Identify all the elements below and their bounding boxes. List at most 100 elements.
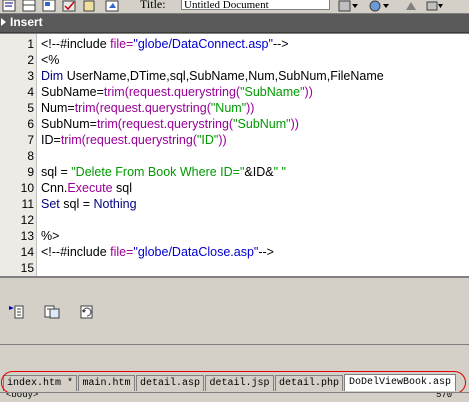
code-text[interactable]: SubNum=trim(request.querystring("SubNum"… [41,116,299,132]
title-input[interactable]: Untitled Document [181,0,330,10]
code-token: )) [290,117,299,131]
line-number: 7 [27,133,34,147]
file-status-icon[interactable] [338,0,360,12]
code-token: UserName,DTime,sql,SubName,Num,SubNum,Fi… [63,69,384,83]
line-number: 11 [21,197,34,211]
code-text[interactable]: SubName=trim(request.querystring("SubNam… [41,84,313,100]
code-token: "globe/DataClose.asp" [133,245,259,259]
code-text[interactable]: Cnn.Execute sql [41,180,132,196]
code-line[interactable]: 10 Cnn.Execute sql [0,180,469,196]
code-token: "Delete From Book Where ID=" [71,165,245,179]
code-line[interactable]: 13 %> [0,228,469,244]
browser-check-icon[interactable] [44,304,60,320]
code-line[interactable]: 7 ID=trim(request.querystring("ID")) [0,132,469,148]
document-tab[interactable]: detail.asp [136,375,204,391]
code-line[interactable]: 2 <% [0,52,469,68]
code-line[interactable]: 9 sql = "Delete From Book Where ID="&ID&"… [0,164,469,180]
code-token: Num= [41,101,75,115]
file-management-icon[interactable] [82,0,97,12]
code-line[interactable]: 15 [0,260,469,276]
code-token: "globe/DataConnect.asp" [133,37,273,51]
line-number: 2 [27,53,34,67]
code-token: file= [110,37,134,51]
code-token: "SubName" [240,85,305,99]
code-text[interactable]: <% [41,52,59,68]
code-text[interactable]: ID=trim(request.querystring("ID")) [41,132,227,148]
properties-panel [0,276,469,346]
code-token: ID= [41,133,61,147]
code-token: " " [273,165,286,179]
insert-panel-header[interactable]: Insert [0,14,469,33]
line-number: 10 [20,181,34,195]
code-text[interactable]: %> [41,228,59,244]
code-line[interactable]: 6 SubNum=trim(request.querystring("SubNum… [0,116,469,132]
code-token: )) [218,133,227,147]
options-icon[interactable] [426,0,444,12]
preview-icon[interactable] [105,0,120,12]
code-line[interactable]: 4 SubName=trim(request.querystring("SubNa… [0,84,469,100]
code-token: Nothing [93,197,137,211]
code-text[interactable]: Num=trim(request.querystring("Num")) [41,100,254,116]
split-view-icon[interactable] [22,0,37,12]
status-strip [0,345,469,375]
code-token: sql = [59,197,94,211]
code-token: Set [41,197,60,211]
document-tab[interactable]: index.htm * [3,375,77,391]
code-line[interactable]: 3 Dim UserName,DTime,sql,SubName,Num,SubN… [0,68,469,84]
insert-panel-title: Insert [10,15,43,29]
line-number: 3 [27,69,34,83]
code-token: Cnn. [41,181,68,195]
code-line[interactable]: 12 [0,212,469,228]
code-line[interactable]: 11 Set sql = Nothing [0,196,469,212]
code-token: %> [41,229,60,243]
code-token: Execute [67,181,113,195]
code-view-icon[interactable] [2,0,17,12]
code-token: trim(request.querystring( [96,117,234,131]
code-editor[interactable]: 1 <!--#include file="globe/DataConnect.as… [0,33,469,276]
code-token: &ID& [244,165,274,179]
code-line[interactable]: 5 Num=trim(request.querystring("Num")) [0,100,469,116]
code-token: --> [258,245,274,259]
code-token: <!--#include [41,245,111,259]
code-text[interactable]: sql = "Delete From Book Where ID="&ID&" … [41,164,286,180]
design-view-icon[interactable] [42,0,57,12]
code-token: SubName= [41,85,104,99]
code-token: "Num" [210,101,247,115]
tag-selector[interactable]: <body> [6,393,38,400]
code-token: --> [272,37,289,51]
document-tab[interactable]: detail.jsp [205,375,274,391]
document-tab[interactable]: main.htm [78,375,135,391]
code-token: Dim [41,69,64,83]
line-number: 15 [20,261,34,275]
code-text[interactable]: <!--#include file="globe/DataConnect.asp… [41,36,289,52]
code-token: <% [41,53,60,67]
line-number: 14 [20,245,34,259]
code-token: SubNum= [41,117,97,131]
line-number: 1 [27,37,34,51]
refresh-icon[interactable] [79,304,95,320]
code-token: "ID" [196,133,219,147]
line-number: 8 [27,149,34,163]
refresh-design-icon[interactable] [404,0,418,12]
globe-dropdown-icon[interactable] [368,0,392,12]
code-token: trim [103,85,125,99]
window-size[interactable]: 570 [436,393,452,400]
validate-icon[interactable] [62,0,77,12]
code-token: trim(request.querystring( [60,133,197,147]
document-tab[interactable]: DoDelViewBook.asp [344,374,456,391]
document-tab[interactable]: detail.php [275,375,343,391]
code-token: )) [246,101,255,115]
code-text[interactable]: <!--#include file="globe/DataClose.asp"-… [41,244,274,260]
code-token: sql [112,181,133,195]
code-text[interactable]: Set sql = Nothing [41,196,137,212]
code-token: file= [110,245,134,259]
line-number: 5 [27,101,34,115]
code-token: "SubNum" [233,117,291,131]
insert-table-icon[interactable] [8,304,24,320]
code-line[interactable]: 1 <!--#include file="globe/DataConnect.as… [0,36,469,52]
code-line[interactable]: 8 [0,148,469,164]
code-line[interactable]: 14 <!--#include file="globe/DataClose.asp… [0,244,469,260]
code-text[interactable]: Dim UserName,DTime,sql,SubName,Num,SubNu… [41,68,384,84]
expand-arrow-icon[interactable] [1,18,6,26]
line-number: 6 [27,117,34,131]
